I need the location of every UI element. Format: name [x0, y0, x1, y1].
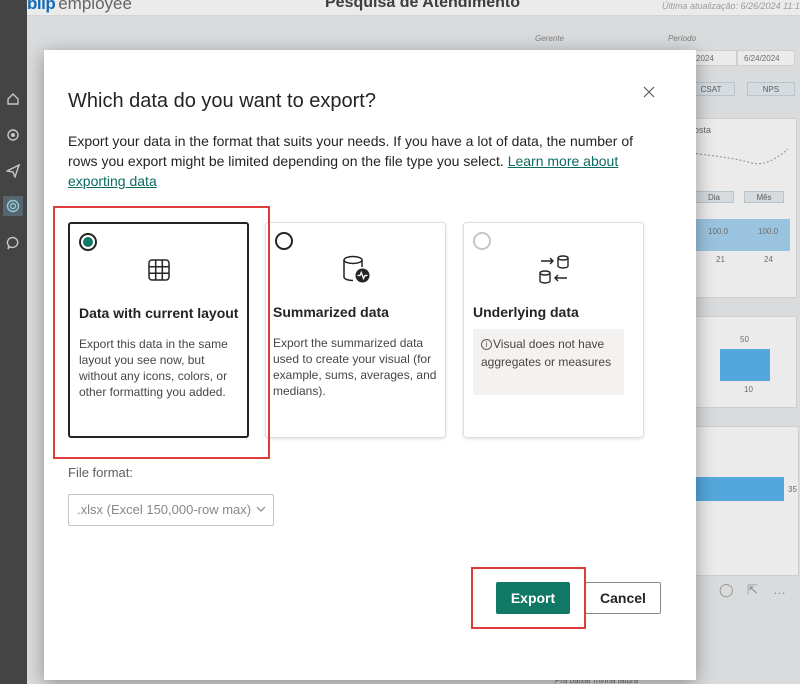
- database-pulse-icon: [336, 249, 376, 289]
- export-button[interactable]: Export: [496, 582, 570, 614]
- option-description: Export the summarized data used to creat…: [273, 336, 437, 398]
- dialog-description: Export your data in the format that suit…: [68, 131, 648, 191]
- note-text: Visual does not have aggregates or measu…: [481, 337, 612, 369]
- option-title: Data with current layout: [79, 305, 239, 321]
- chevron-down-icon: [256, 506, 266, 512]
- option-underlying-data[interactable]: Underlying data i Visual does not have ag…: [463, 222, 644, 438]
- option-title: Summarized data: [273, 304, 389, 320]
- option-current-layout[interactable]: Data with current layout Export this dat…: [68, 222, 249, 438]
- info-icon: i: [481, 339, 492, 350]
- info-note: i Visual does not have aggregates or meas…: [473, 329, 624, 395]
- option-title: Underlying data: [473, 304, 579, 320]
- radio-underlying-data[interactable]: [473, 232, 491, 250]
- cancel-button[interactable]: Cancel: [585, 582, 661, 614]
- table-grid-icon: [139, 250, 179, 290]
- file-format-value: .xlsx (Excel 150,000-row max): [77, 502, 252, 517]
- option-summarized-data[interactable]: Summarized data Export the summarized da…: [265, 222, 446, 438]
- close-icon: [643, 86, 655, 98]
- export-dialog: Which data do you want to export? Export…: [44, 50, 696, 680]
- dialog-title: Which data do you want to export?: [68, 90, 376, 112]
- radio-current-layout[interactable]: [79, 233, 97, 251]
- database-arrows-icon: [534, 249, 574, 289]
- option-description: Export this data in the same layout you …: [79, 337, 228, 399]
- close-button[interactable]: [640, 83, 658, 101]
- file-format-select[interactable]: .xlsx (Excel 150,000-row max): [68, 494, 274, 526]
- radio-summarized-data[interactable]: [275, 232, 293, 250]
- file-format-label: File format:: [68, 465, 134, 480]
